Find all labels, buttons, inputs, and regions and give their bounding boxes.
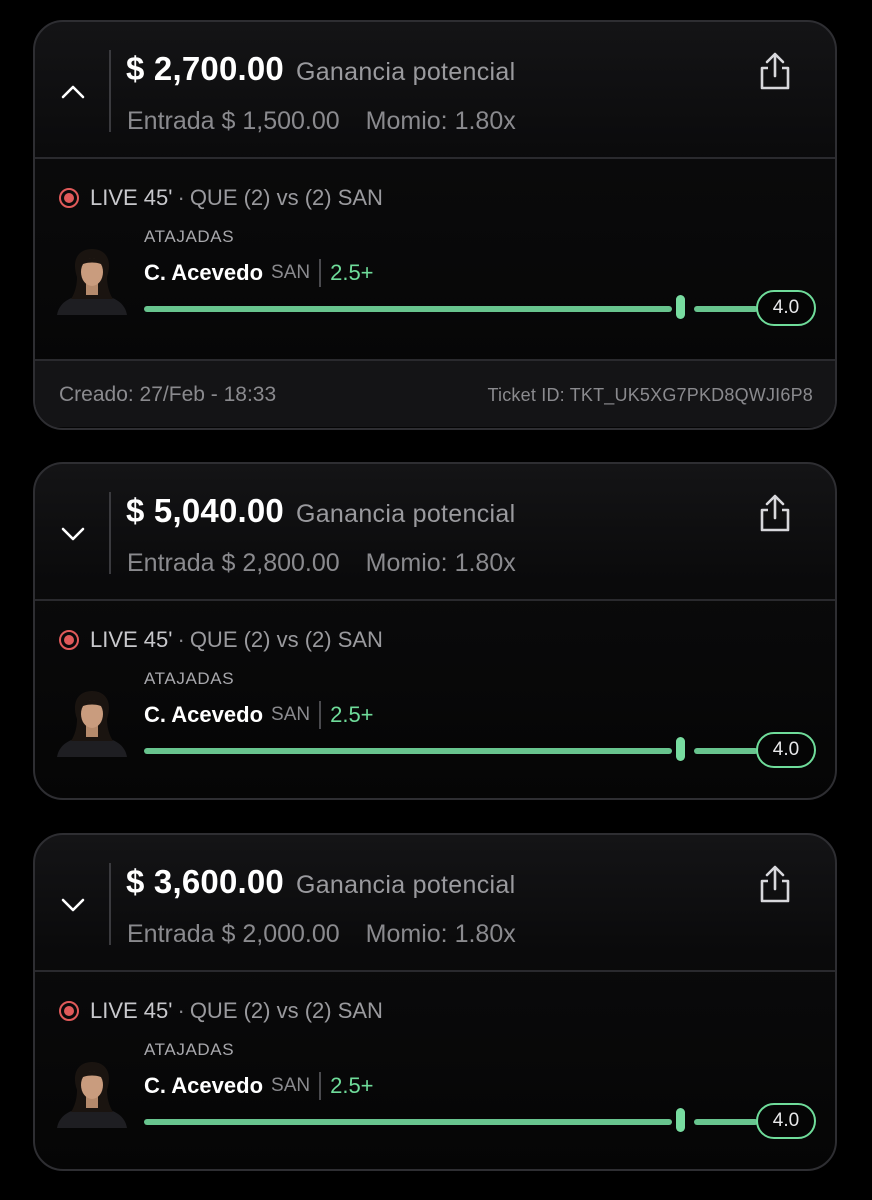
team-code: SAN (271, 704, 311, 725)
progress-bar (144, 306, 672, 312)
amount-value: $ 2,700.00 (126, 50, 284, 87)
ticket-details: Entrada $ 2,000.00 Momio: 1.80x (127, 920, 516, 949)
entry-amount: Entrada $ 2,800.00 (127, 549, 340, 577)
live-indicator-icon (59, 188, 79, 208)
share-icon[interactable] (757, 493, 793, 533)
share-icon[interactable] (757, 51, 793, 91)
divider (109, 863, 111, 945)
ticket-footer: Creado: 27/Feb - 18:33 Ticket ID: TKT_UK… (35, 359, 835, 427)
created-date: Creado: 27/Feb - 18:33 (59, 383, 277, 406)
player-row: C. Acevedo SAN 2.5+ (144, 701, 374, 729)
stat-type: ATAJADAS (144, 669, 235, 688)
momio-odds: Momio: 1.80x (365, 107, 516, 135)
bet-line: 2.5+ (330, 1073, 374, 1098)
player-row: C. Acevedo SAN 2.5+ (144, 1072, 374, 1100)
avatar (57, 1062, 127, 1128)
line-marker (676, 1108, 685, 1132)
entry-amount: Entrada $ 1,500.00 (127, 107, 340, 135)
live-indicator-icon (59, 630, 79, 650)
progress-bar-end (694, 306, 758, 312)
stat-type: ATAJADAS (144, 227, 235, 246)
progress-bar (144, 1119, 672, 1125)
amount-label: Ganancia potencial (295, 871, 516, 899)
progress-bar-end (694, 748, 758, 754)
ticket-header[interactable]: $ 3,600.00 Ganancia potencial Entrada $ 2… (35, 835, 835, 972)
bet-ticket-card: $ 5,040.00 Ganancia potencial Entrada $ 2… (33, 462, 837, 800)
divider (109, 50, 111, 132)
player-row: C. Acevedo SAN 2.5+ (144, 259, 374, 287)
separator: · (177, 998, 185, 1023)
current-value-badge: 4.0 (756, 732, 816, 768)
potential-winnings: $ 3,600.00 Ganancia potencial (126, 863, 515, 901)
live-status: LIVE 45' · QUE (2) vs (2) SAN (59, 998, 383, 1024)
team-code: SAN (271, 1075, 311, 1096)
bet-ticket-card: $ 2,700.00 Ganancia potencial Entrada $ 1… (33, 20, 837, 430)
potential-winnings: $ 2,700.00 Ganancia potencial (126, 50, 515, 88)
entry-amount: Entrada $ 2,000.00 (127, 920, 340, 948)
current-value-badge: 4.0 (756, 1103, 816, 1139)
avatar (57, 691, 127, 757)
amount-value: $ 3,600.00 (126, 863, 284, 900)
potential-winnings: $ 5,040.00 Ganancia potencial (126, 492, 515, 530)
amount-label: Ganancia potencial (295, 500, 516, 528)
bet-line: 2.5+ (330, 702, 374, 727)
chevron-up-icon[interactable] (59, 78, 87, 106)
match-score: QUE (2) vs (2) SAN (189, 998, 383, 1023)
match-score: QUE (2) vs (2) SAN (189, 185, 383, 210)
divider (319, 259, 322, 287)
ticket-header[interactable]: $ 5,040.00 Ganancia potencial Entrada $ 2… (35, 464, 835, 601)
progress-bar-end (694, 1119, 758, 1125)
progress-bar (144, 748, 672, 754)
divider (109, 492, 111, 574)
divider (319, 1072, 322, 1100)
live-minute: LIVE 45' (90, 998, 173, 1023)
player-name: C. Acevedo (144, 1073, 264, 1098)
ticket-id: Ticket ID: TKT_UK5XG7PKD8QWJI6P8 (487, 385, 813, 405)
bet-ticket-card: $ 3,600.00 Ganancia potencial Entrada $ 2… (33, 833, 837, 1171)
ticket-body: LIVE 45' · QUE (2) vs (2) SAN ATAJADAS C. … (35, 972, 835, 1169)
line-marker (676, 737, 685, 761)
chevron-down-icon[interactable] (59, 891, 87, 919)
ticket-body: LIVE 45' · QUE (2) vs (2) SAN ATAJADAS C. … (35, 601, 835, 798)
ticket-body: LIVE 45' · QUE (2) vs (2) SAN ATAJADAS C. … (35, 159, 835, 359)
separator: · (177, 185, 185, 210)
match-score: QUE (2) vs (2) SAN (189, 627, 383, 652)
avatar (57, 249, 127, 315)
stat-type: ATAJADAS (144, 1040, 235, 1059)
player-name: C. Acevedo (144, 260, 264, 285)
separator: · (177, 627, 185, 652)
team-code: SAN (271, 262, 311, 283)
live-indicator-icon (59, 1001, 79, 1021)
ticket-details: Entrada $ 1,500.00 Momio: 1.80x (127, 107, 516, 136)
chevron-down-icon[interactable] (59, 520, 87, 548)
live-status: LIVE 45' · QUE (2) vs (2) SAN (59, 627, 383, 653)
divider (319, 701, 322, 729)
share-icon[interactable] (757, 864, 793, 904)
live-minute: LIVE 45' (90, 185, 173, 210)
player-name: C. Acevedo (144, 702, 264, 727)
ticket-details: Entrada $ 2,800.00 Momio: 1.80x (127, 549, 516, 578)
live-minute: LIVE 45' (90, 627, 173, 652)
ticket-header[interactable]: $ 2,700.00 Ganancia potencial Entrada $ 1… (35, 22, 835, 159)
bet-line: 2.5+ (330, 260, 374, 285)
amount-label: Ganancia potencial (295, 58, 516, 86)
momio-odds: Momio: 1.80x (365, 920, 516, 948)
momio-odds: Momio: 1.80x (365, 549, 516, 577)
amount-value: $ 5,040.00 (126, 492, 284, 529)
current-value-badge: 4.0 (756, 290, 816, 326)
live-status: LIVE 45' · QUE (2) vs (2) SAN (59, 185, 383, 211)
line-marker (676, 295, 685, 319)
